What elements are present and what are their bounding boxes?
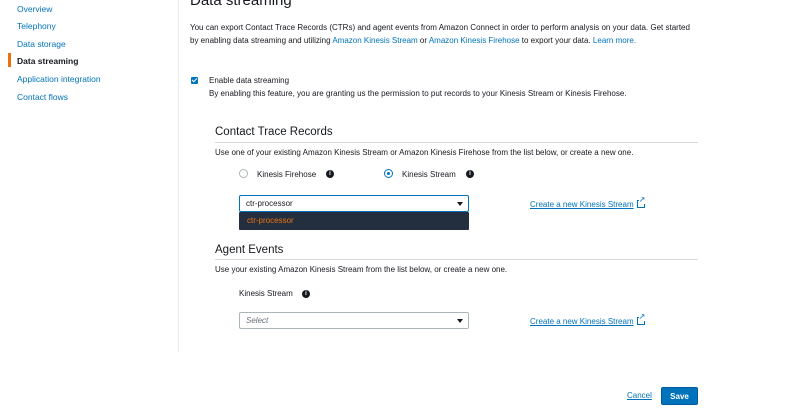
sidebar-divider <box>178 0 179 352</box>
active-item-marker <box>8 53 11 67</box>
kinesis-firehose-link[interactable]: Amazon Kinesis Firehose <box>429 36 520 45</box>
agent-create-kinesis-stream-link[interactable]: Create a new Kinesis Stream <box>530 313 646 326</box>
page-title: Data streaming <box>190 0 292 9</box>
sidebar-item-data-streaming[interactable]: Data streaming <box>17 56 78 66</box>
intro-text-end: to export your data. <box>519 36 593 45</box>
kinesis-stream-label: Kinesis Stream <box>402 170 456 179</box>
ctr-heading: Contact Trace Records <box>215 126 333 138</box>
agent-stream-select-placeholder: Select <box>246 316 269 325</box>
ctr-create-kinesis-stream-link[interactable]: Create a new Kinesis Stream <box>530 196 646 209</box>
ctr-stream-dropdown: ctr-processor <box>239 212 469 230</box>
sidebar-item-contact-flows[interactable]: Contact flows <box>17 92 68 102</box>
sidebar-item-application-integration[interactable]: Application integration <box>17 74 101 84</box>
kinesis-stream-info-icon[interactable]: i <box>466 170 474 178</box>
agent-kinesis-stream-info-icon[interactable]: i <box>302 290 310 298</box>
sidebar-item-telephony[interactable]: Telephony <box>17 21 56 31</box>
sidebar-item-overview[interactable]: Overview <box>17 4 52 14</box>
agent-events-divider <box>215 259 698 260</box>
ctr-create-link-label: Create a new Kinesis Stream <box>530 200 634 209</box>
intro-or: or <box>417 36 429 45</box>
kinesis-stream-radio[interactable] <box>384 169 393 178</box>
ctr-stream-select-value: ctr-processor <box>246 199 293 208</box>
dropdown-option-ctr-processor[interactable]: ctr-processor <box>247 216 294 225</box>
chevron-down-icon <box>457 202 463 206</box>
kinesis-firehose-info-icon[interactable]: i <box>326 170 334 178</box>
learn-more-link[interactable]: Learn more. <box>593 36 636 45</box>
intro-paragraph: You can export Contact Trace Records (CT… <box>190 21 700 47</box>
ctr-description: Use one of your existing Amazon Kinesis … <box>215 148 634 157</box>
cancel-button[interactable]: Cancel <box>627 391 652 400</box>
ctr-divider <box>215 142 698 143</box>
external-link-icon <box>636 196 646 208</box>
sidebar-item-data-storage[interactable]: Data storage <box>17 39 66 49</box>
agent-events-heading: Agent Events <box>215 244 284 256</box>
chevron-down-icon <box>457 319 463 323</box>
agent-create-link-label: Create a new Kinesis Stream <box>530 317 634 326</box>
kinesis-firehose-radio[interactable] <box>239 169 248 178</box>
kinesis-stream-link[interactable]: Amazon Kinesis Stream <box>332 36 417 45</box>
enable-data-streaming-label: Enable data streaming <box>209 76 290 85</box>
external-link-icon <box>636 313 646 325</box>
agent-stream-select[interactable]: Select <box>239 312 469 329</box>
agent-events-description: Use your existing Amazon Kinesis Stream … <box>215 265 508 274</box>
agent-kinesis-stream-label: Kinesis Stream <box>239 289 293 298</box>
enable-data-streaming-description: By enabling this feature, you are granti… <box>209 89 627 98</box>
enable-data-streaming-checkbox[interactable] <box>191 77 198 84</box>
ctr-stream-select[interactable]: ctr-processor <box>239 195 469 212</box>
kinesis-firehose-label: Kinesis Firehose <box>257 170 317 179</box>
save-button[interactable]: Save <box>661 387 698 405</box>
